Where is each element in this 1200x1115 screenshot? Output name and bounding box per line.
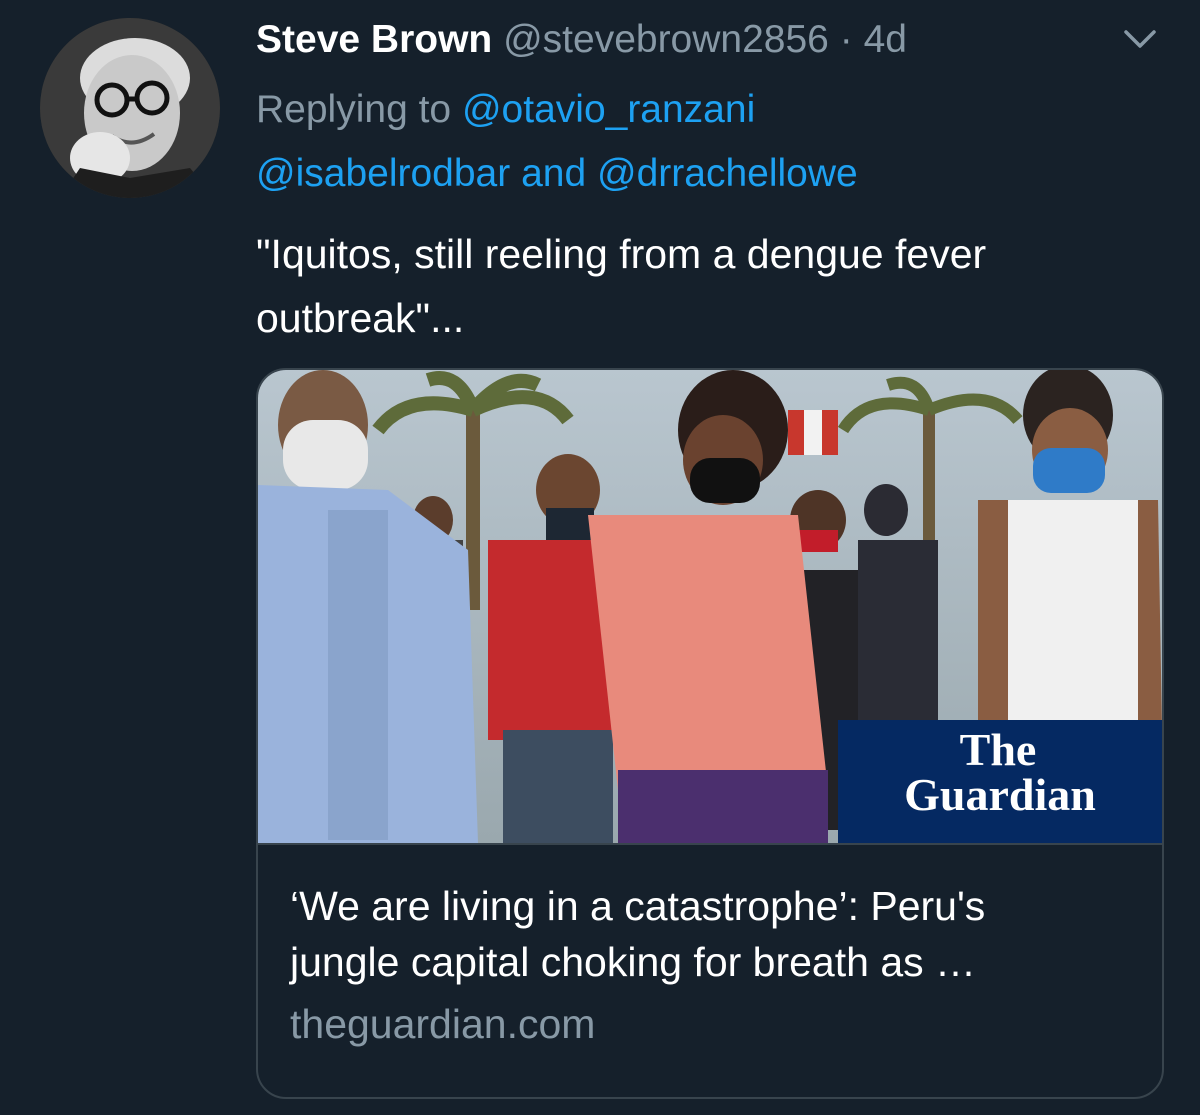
chevron-down-icon[interactable] xyxy=(1120,22,1160,58)
replying-prefix: Replying to xyxy=(256,88,452,131)
replying-to: Replying to @otavio_ranzani @isabelrodba… xyxy=(256,78,1160,206)
author-handle[interactable]: @stevebrown2856 xyxy=(503,18,829,61)
author-name[interactable]: Steve Brown xyxy=(256,18,492,61)
card-title: ‘We are living in a catastrophe’: Peru's… xyxy=(290,878,1132,990)
avatar-photo xyxy=(40,18,220,198)
news-photo: The Guardian xyxy=(258,370,1162,843)
mention-link[interactable]: @isabelrodbar xyxy=(256,152,510,195)
separator-dot: · xyxy=(839,18,853,61)
mention-link[interactable]: @drrachellowe xyxy=(597,152,858,195)
card-title-line: jungle capital choking for breath as … xyxy=(290,939,977,985)
tweet-text-line: "Iquitos, still reeling from a dengue fe… xyxy=(256,231,987,277)
link-card[interactable]: The Guardian ‘We are living in a catastr… xyxy=(256,368,1164,1099)
mention-link[interactable]: @otavio_ranzani xyxy=(462,88,755,131)
card-title-line: ‘We are living in a catastrophe’: Peru's xyxy=(290,883,986,929)
tweet-text-line: outbreak"... xyxy=(256,295,465,341)
tweet-header: Steve Brown @stevebrown2856 · 4d xyxy=(256,12,1160,68)
card-body: ‘We are living in a catastrophe’: Peru's… xyxy=(290,878,1132,1052)
card-domain: theguardian.com xyxy=(290,1001,596,1047)
mention-joiner: and xyxy=(521,152,587,195)
tweet-text: "Iquitos, still reeling from a dengue fe… xyxy=(256,222,1176,350)
guardian-logo-line: Guardian xyxy=(904,769,1096,820)
guardian-logo-line: The xyxy=(960,724,1037,775)
tweet-time[interactable]: 4d xyxy=(864,18,907,61)
avatar[interactable] xyxy=(40,18,220,198)
card-image: The Guardian xyxy=(258,370,1162,845)
